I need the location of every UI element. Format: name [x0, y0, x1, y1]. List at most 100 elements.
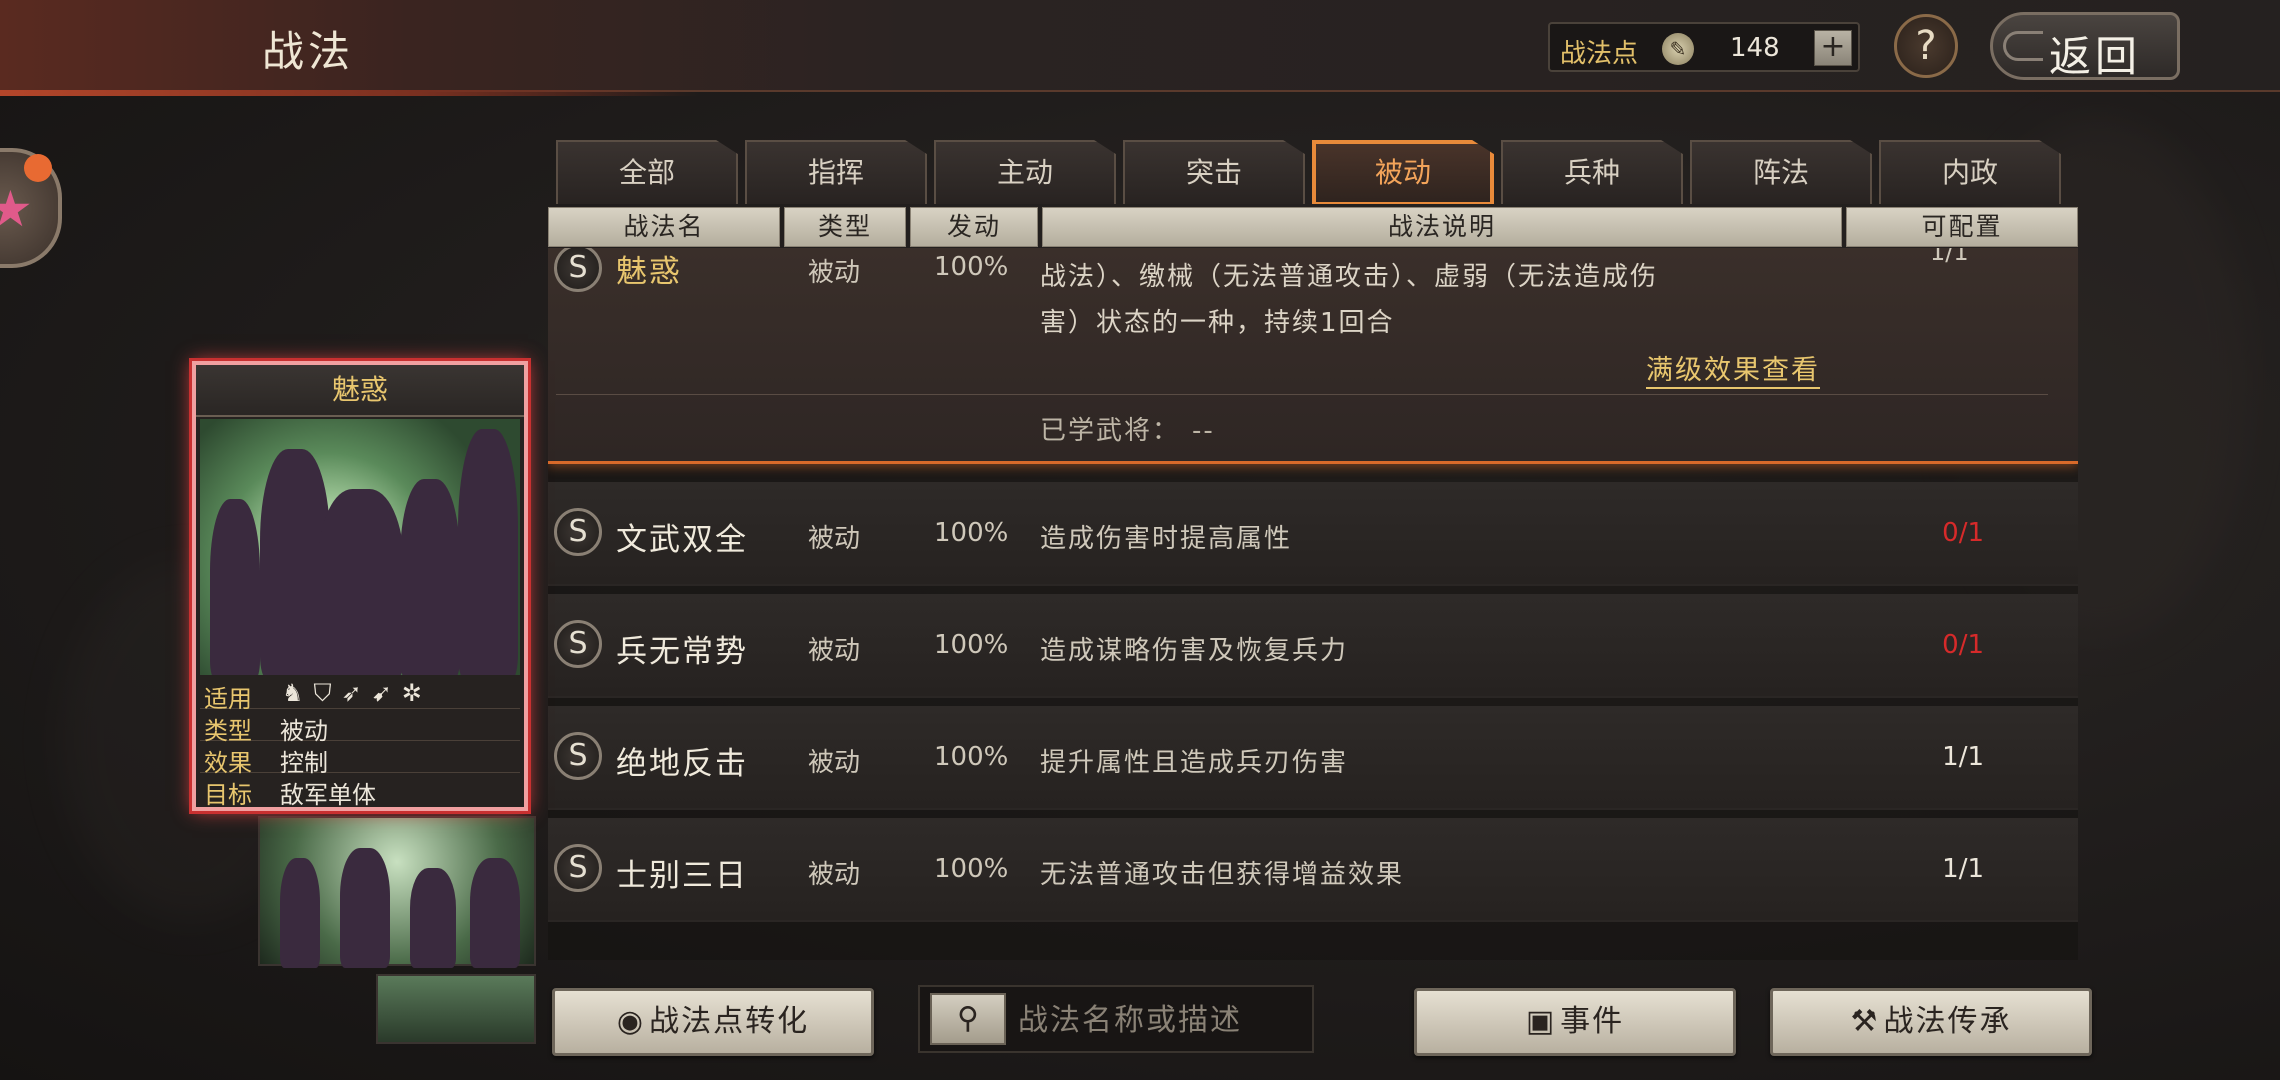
notification-dot	[24, 154, 52, 182]
side-menu-badge[interactable]: ★	[0, 148, 62, 268]
skill-row[interactable]: S 绝地反击 被动 100% 提升属性且造成兵刃伤害 1/1	[548, 706, 2078, 810]
selected-skill-card[interactable]: 魅惑 适用 ♞⛉➶➹✲ 类型 被动 效果 控制 目标 敌军单体	[192, 361, 528, 811]
spear-icon: ➹	[371, 679, 402, 707]
info-row-type: 类型 被动	[200, 709, 520, 745]
star-icon: ★	[0, 180, 33, 238]
back-button[interactable]: 返回	[1990, 12, 2180, 81]
soldier-silhouette	[210, 499, 260, 675]
skill-rate: 100%	[934, 252, 1009, 282]
skill-card-art	[200, 419, 520, 675]
skill-type: 被动	[808, 748, 861, 778]
skill-count: 1/1	[1942, 742, 1984, 772]
soldier-silhouette	[410, 868, 456, 968]
skill-rate: 100%	[934, 630, 1009, 660]
inherit-skill-label: 战法传承	[1883, 1004, 2012, 1039]
soldier-silhouette	[340, 848, 390, 968]
help-button[interactable]: ?	[1894, 14, 1958, 78]
skill-description: 提升属性且造成兵刃伤害	[1040, 748, 1349, 778]
fire-icon: ◉	[616, 1004, 646, 1039]
skill-row[interactable]: S 兵无常势 被动 100% 造成谋略伤害及恢复兵力 0/1	[548, 594, 2078, 698]
events-button[interactable]: ▣ 事件	[1414, 988, 1736, 1056]
events-label: 事件	[1560, 1004, 1625, 1039]
tab-internal[interactable]: 内政	[1879, 140, 2061, 204]
learned-generals: 已学武将： --	[1040, 410, 1215, 447]
skill-points-value: 148	[1730, 33, 1780, 63]
column-header-name[interactable]: 战法名	[548, 207, 780, 247]
soldier-silhouette	[280, 858, 320, 968]
soldier-silhouette	[470, 858, 520, 968]
skill-description: 造成谋略伤害及恢复兵力	[1040, 636, 1349, 666]
search-input[interactable]	[1018, 995, 1308, 1045]
target-label: 目标	[204, 781, 252, 809]
tab-formation[interactable]: 阵法	[1690, 140, 1872, 204]
back-arrow-icon	[2003, 31, 2043, 61]
skill-description: 造成伤害时提高属性	[1040, 524, 1293, 554]
bow-icon: ➶	[341, 679, 372, 707]
column-header-rate[interactable]: 发动	[910, 207, 1038, 247]
skill-list[interactable]: S 魅惑 被动 100% 战法）、缴械（无法普通攻击）、虚弱（无法造成伤 害）状…	[548, 248, 2078, 960]
search-icon[interactable]: ⚲	[930, 993, 1006, 1045]
wheel-icon: ✲	[401, 679, 432, 707]
skill-description: 无法普通攻击但获得增益效果	[1040, 860, 1405, 890]
hammer-icon: ⚒	[1850, 1004, 1880, 1039]
cavalry-icon: ♞	[282, 679, 314, 707]
skill-name: 士别三日	[616, 858, 748, 894]
divider	[556, 394, 2048, 395]
skill-name: 兵无常势	[616, 634, 748, 670]
skill-rate: 100%	[934, 854, 1009, 884]
skill-name: 文武双全	[616, 522, 748, 558]
event-icon: ▣	[1525, 1004, 1557, 1039]
tab-troop[interactable]: 兵种	[1501, 140, 1683, 204]
info-row-applies: 适用 ♞⛉➶➹✲	[200, 677, 520, 713]
battle-skill-screen: 战法 战法点 ✎ 148 + ? 返回 ★ 全部 指挥 主动 突击 被动 兵种 …	[0, 0, 2280, 1080]
page-title: 战法	[262, 27, 355, 76]
skill-count: 0/1	[1942, 630, 1984, 660]
column-header-configurable[interactable]: 可配置	[1846, 207, 2078, 247]
skill-rate: 100%	[934, 742, 1009, 772]
info-row-target: 目标 敌军单体	[200, 773, 520, 809]
search-box: ⚲	[918, 985, 1314, 1053]
tab-assault[interactable]: 突击	[1123, 140, 1305, 204]
skill-description-line: 害）状态的一种，持续1回合	[1040, 308, 1395, 338]
full-effect-link[interactable]: 满级效果查看	[1646, 348, 1820, 389]
skill-row[interactable]: S 士别三日 被动 100% 无法普通攻击但获得增益效果 1/1	[548, 818, 2078, 922]
learned-label: 已学武将：	[1040, 416, 1181, 446]
tab-all[interactable]: 全部	[556, 140, 738, 204]
skill-row[interactable]: S 文武双全 被动 100% 造成伤害时提高属性 0/1	[548, 482, 2078, 586]
skill-card-stack	[258, 816, 536, 968]
convert-points-label: 战法点转化	[649, 1004, 810, 1039]
skill-rate: 100%	[934, 518, 1009, 548]
tab-active[interactable]: 主动	[934, 140, 1116, 204]
grade-badge: S	[554, 844, 602, 892]
back-button-label: 返回	[2049, 32, 2142, 81]
info-row-effect: 效果 控制	[200, 741, 520, 777]
inherit-skill-button[interactable]: ⚒ 战法传承	[1770, 988, 2092, 1056]
skill-type: 被动	[808, 860, 861, 890]
skill-count: 0/1	[1942, 518, 1984, 548]
skill-name: 绝地反击	[616, 746, 748, 782]
soldier-silhouette	[458, 429, 518, 675]
grade-badge: S	[554, 508, 602, 556]
learned-value: --	[1192, 416, 1215, 446]
skill-count: 1/1	[1942, 854, 1984, 884]
table-header: 战法名 类型 发动 战法说明 可配置	[548, 207, 2078, 247]
skill-points-box: 战法点 ✎ 148 +	[1548, 22, 1860, 72]
grade-badge: S	[554, 732, 602, 780]
convert-points-button[interactable]: ◉ 战法点转化	[552, 988, 874, 1056]
add-points-button[interactable]: +	[1814, 30, 1852, 66]
tab-command[interactable]: 指挥	[745, 140, 927, 204]
expanded-skill-row[interactable]: S 魅惑 被动 100% 战法）、缴械（无法普通攻击）、虚弱（无法造成伤 害）状…	[548, 248, 2078, 464]
soldier-silhouette	[318, 489, 404, 675]
tab-passive[interactable]: 被动	[1312, 140, 1494, 204]
skill-points-coin-icon: ✎	[1662, 33, 1694, 65]
skill-type: 被动	[808, 524, 861, 554]
skill-points-label: 战法点	[1560, 39, 1639, 69]
skill-description-line: 战法）、缴械（无法普通攻击）、虚弱（无法造成伤	[1040, 262, 1659, 292]
skill-card-info: 适用 ♞⛉➶➹✲ 类型 被动 效果 控制 目标 敌军单体	[200, 677, 520, 809]
skill-card-stack	[376, 974, 536, 1044]
column-header-type[interactable]: 类型	[784, 207, 906, 247]
skill-card-title: 魅惑	[196, 365, 524, 417]
skill-name: 魅惑	[616, 254, 682, 290]
column-header-description: 战法说明	[1042, 207, 1842, 247]
shield-icon: ⛉	[313, 679, 342, 707]
